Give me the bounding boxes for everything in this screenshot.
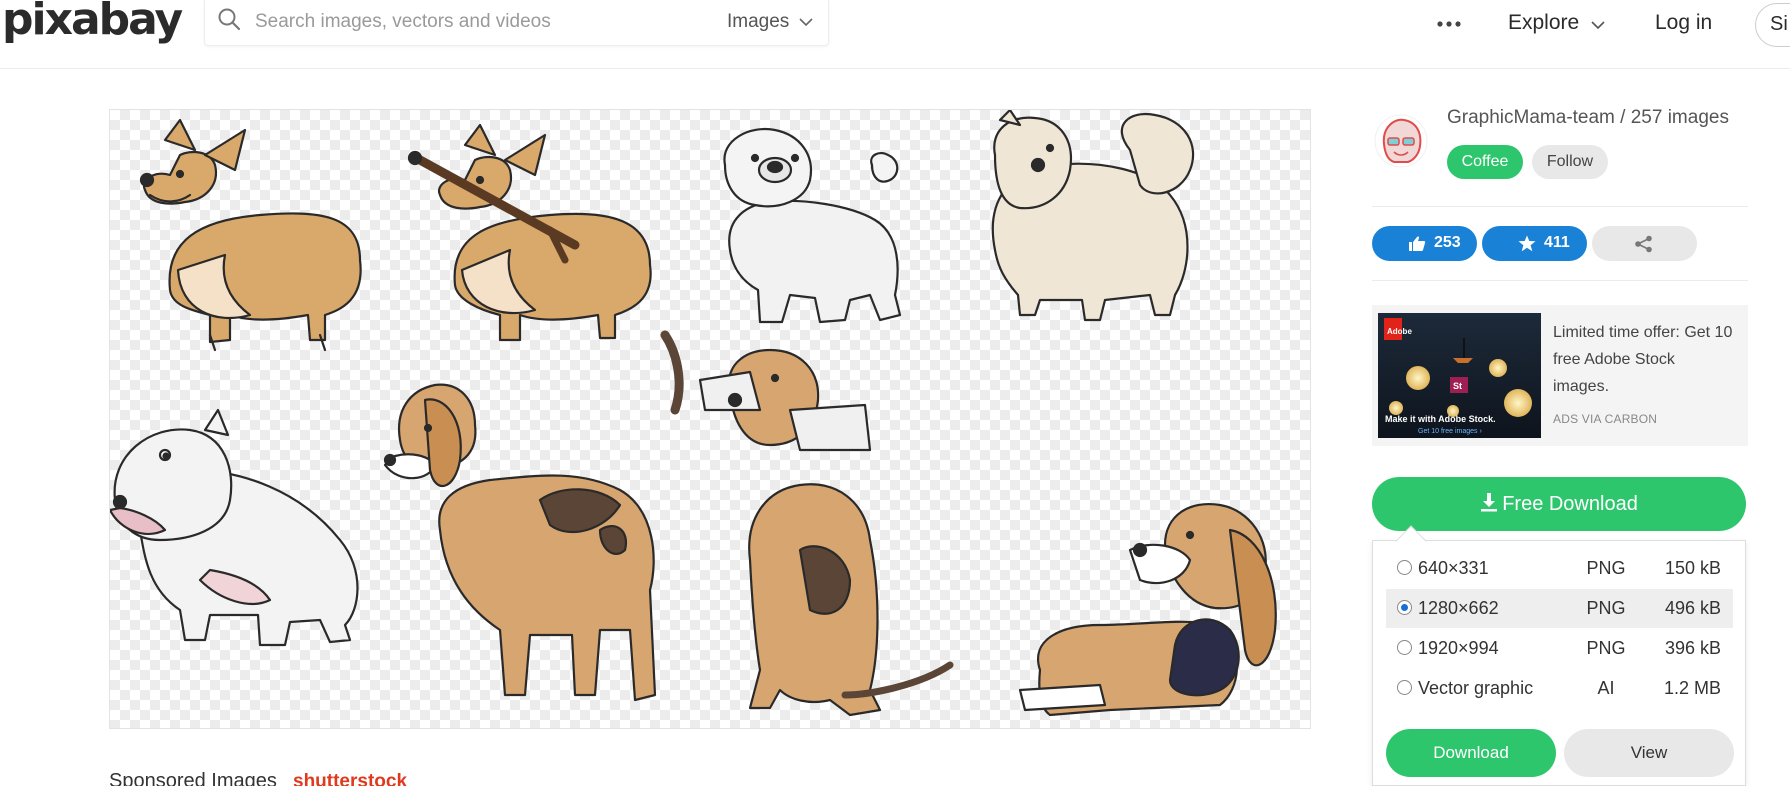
free-download-button[interactable]: Free Download xyxy=(1372,477,1746,531)
avatar[interactable] xyxy=(1374,114,1428,168)
pitbull-dog-illustration xyxy=(110,408,359,647)
pomeranian-dog-illustration xyxy=(991,110,1195,322)
divider xyxy=(1372,206,1748,207)
corgi-dog-illustration xyxy=(407,123,652,342)
chevron-down-icon[interactable] xyxy=(1589,16,1607,34)
download-option-row[interactable]: 1920×994 PNG 396 kB xyxy=(1386,629,1733,668)
ad-brand: Adobe xyxy=(1387,327,1412,336)
free-download-label: Free Download xyxy=(1502,493,1638,515)
option-filesize: 1.2 MB xyxy=(1663,678,1721,698)
like-button[interactable]: 253 xyxy=(1372,226,1477,261)
option-size: 1280×662 xyxy=(1418,598,1499,618)
ad-cta: Get 10 free images › xyxy=(1418,428,1482,435)
option-filesize: 150 kB xyxy=(1664,558,1721,578)
ad-badge: St xyxy=(1453,381,1462,391)
search-icon[interactable] xyxy=(217,7,243,33)
follow-button[interactable]: Follow xyxy=(1532,145,1608,179)
share-button[interactable] xyxy=(1592,226,1697,261)
option-format: PNG xyxy=(1586,598,1626,618)
download-button[interactable]: Download xyxy=(1386,729,1556,777)
beagle-newspaper-dog-illustration xyxy=(698,348,954,717)
dogs-illustration xyxy=(110,110,1277,717)
download-option-row[interactable]: Vector graphic AI 1.2 MB xyxy=(1386,669,1733,708)
main-image[interactable] xyxy=(109,109,1311,729)
ad-text[interactable]: Limited time offer: Get 10 free Adobe St… xyxy=(1553,319,1733,400)
sponsored-images-label: Sponsored Images xyxy=(109,770,277,786)
bichon-dog-illustration xyxy=(723,127,902,324)
share-icon xyxy=(1635,235,1652,253)
option-size: 640×331 xyxy=(1418,558,1489,578)
radio-button[interactable] xyxy=(1397,640,1412,655)
shutterstock-logo[interactable]: shutterstock xyxy=(293,771,407,786)
option-filesize: 396 kB xyxy=(1664,638,1721,658)
option-format: PNG xyxy=(1586,558,1626,578)
view-button[interactable]: View xyxy=(1564,729,1734,777)
download-option-row[interactable]: 640×331 PNG 150 kB xyxy=(1386,549,1733,588)
download-options-panel: 640×331 PNG 150 kB 1280×662 PNG 496 kB 1… xyxy=(1372,540,1746,786)
chevron-down-icon[interactable] xyxy=(797,13,815,31)
top-header: pixabay Search images, vectors and video… xyxy=(0,0,1790,69)
radio-button[interactable] xyxy=(1397,560,1412,575)
search-bar[interactable]: Search images, vectors and videos Images xyxy=(204,0,829,46)
option-format: PNG xyxy=(1586,638,1626,658)
nav-explore[interactable]: Explore xyxy=(1508,11,1579,35)
download-option-row-selected[interactable]: 1280×662 PNG 496 kB xyxy=(1386,589,1733,628)
search-input[interactable]: Search images, vectors and videos xyxy=(255,11,551,33)
ad-tagline: Make it with Adobe Stock. xyxy=(1385,414,1496,424)
divider xyxy=(1372,280,1748,281)
option-filesize: 496 kB xyxy=(1664,598,1721,618)
carbon-ad[interactable]: Adobe St Make it with Adobe Stock. Get 1… xyxy=(1372,305,1748,446)
download-icon xyxy=(1481,493,1498,512)
star-icon xyxy=(1518,235,1536,252)
nav-login[interactable]: Log in xyxy=(1655,11,1712,35)
favorite-button[interactable]: 411 xyxy=(1482,226,1587,261)
more-dots-icon[interactable] xyxy=(1434,12,1464,36)
ad-via-label[interactable]: ADS VIA CARBON xyxy=(1553,412,1657,426)
pixabay-logo[interactable]: pixabay xyxy=(2,0,183,45)
beagle-dog-illustration xyxy=(383,330,684,702)
option-size: 1920×994 xyxy=(1418,638,1499,658)
radio-button[interactable] xyxy=(1397,680,1412,695)
corgi-dog-illustration xyxy=(139,118,362,352)
favorite-count: 411 xyxy=(1544,234,1570,251)
thumbs-up-icon xyxy=(1409,236,1426,251)
join-button[interactable]: Si xyxy=(1755,3,1790,47)
option-size: Vector graphic xyxy=(1418,678,1534,698)
like-count: 253 xyxy=(1434,234,1461,251)
search-type-select[interactable]: Images xyxy=(727,11,789,33)
ad-image[interactable]: Adobe St Make it with Adobe Stock. Get 1… xyxy=(1378,313,1541,438)
beagle-lying-dog-illustration xyxy=(1018,502,1277,717)
option-format: AI xyxy=(1597,678,1615,698)
radio-button[interactable] xyxy=(1397,600,1412,615)
coffee-button[interactable]: Coffee xyxy=(1447,145,1523,179)
author-name[interactable]: GraphicMama-team / 257 images xyxy=(1447,107,1729,129)
